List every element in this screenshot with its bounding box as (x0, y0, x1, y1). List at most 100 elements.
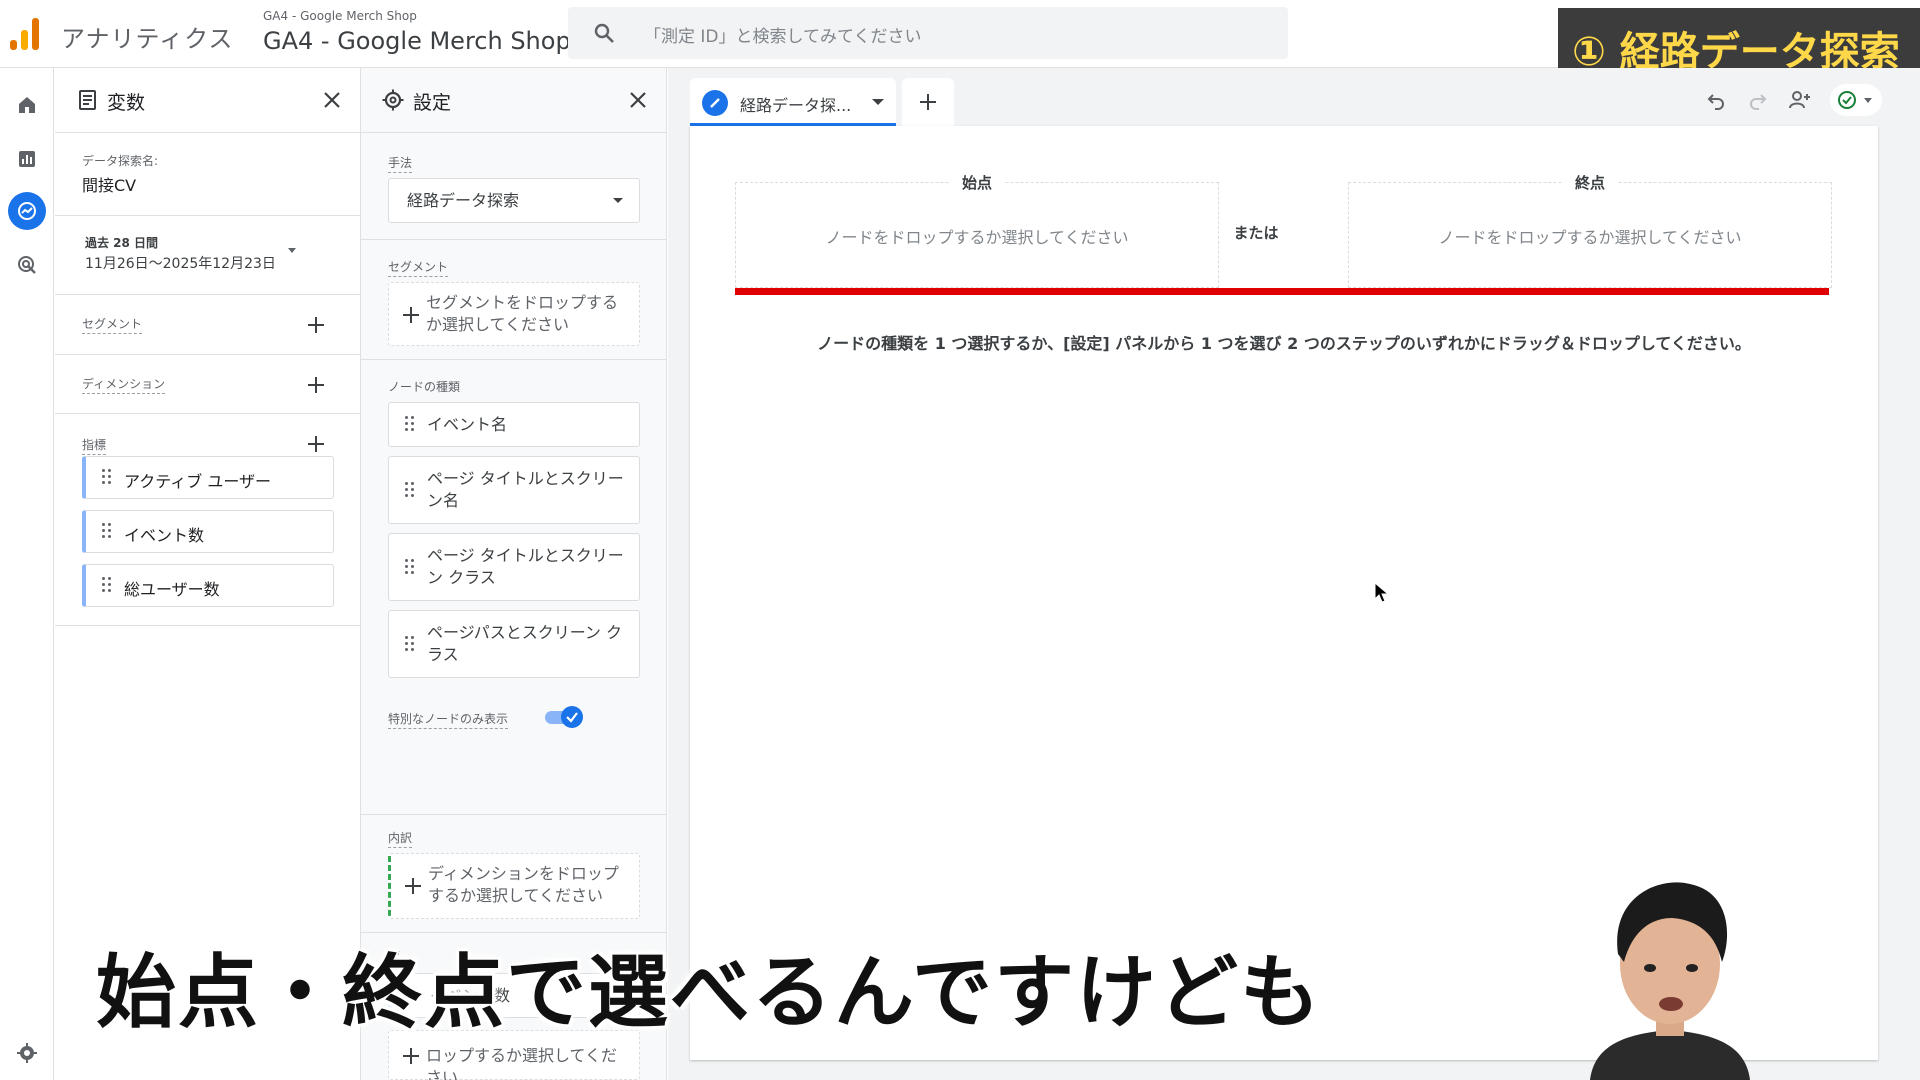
segment-drop-text: セグメントをドロップするか選択してください (426, 293, 619, 334)
or-label: または (1233, 224, 1279, 242)
app-name: アナリティクス (61, 25, 234, 53)
metric-label: アクティブ ユーザー (124, 472, 272, 491)
drag-handle-icon[interactable] (102, 577, 114, 595)
tab-path-exploration[interactable]: 経路データ探... (690, 78, 896, 126)
canvas-instruction: ノードの種類を 1 つ選択するか、[設定] パネルから 1 つを選び 2 つのス… (817, 334, 1751, 353)
close-icon[interactable] (320, 88, 344, 112)
plus-icon (401, 305, 421, 325)
start-node-label: 始点 (949, 174, 1004, 192)
exploration-name-section: データ探索名: 間接CV (55, 134, 360, 216)
node-type-item[interactable]: ページパスとスクリーン クラス (388, 610, 640, 678)
date-range-label: 過去 28 日間 (85, 236, 159, 250)
node-type-item[interactable]: ページ タイトルとスクリーン名 (388, 456, 640, 524)
home-icon[interactable] (8, 86, 46, 124)
start-node-drop-zone[interactable]: 始点 ノードをドロップするか選択してください (735, 174, 1219, 288)
drag-handle-icon[interactable] (102, 523, 114, 541)
end-node-label: 終点 (1562, 174, 1617, 192)
date-range-value: 11月26日～2025年12月23日 (85, 256, 276, 272)
add-metric-button[interactable] (306, 434, 326, 454)
dimensions-section: ディメンション (55, 355, 360, 414)
exploration-name-label: データ探索名: (82, 154, 159, 168)
search-bar[interactable]: 「測定 ID」と検索してみてください (568, 7, 1288, 59)
breakdown-drop-text: ディメンションをドロップするか選択してください (428, 864, 619, 905)
variables-icon (79, 90, 96, 110)
undo-icon[interactable] (1704, 88, 1728, 112)
close-icon[interactable] (626, 88, 650, 112)
chevron-down-icon (613, 198, 623, 203)
drag-handle-icon[interactable] (405, 416, 417, 434)
settings-header: 設定 (361, 68, 666, 133)
technique-section: 手法 経路データ探索 (361, 134, 666, 240)
node-type-label-text: ページ タイトルとスクリーン名 (427, 469, 624, 510)
dimensions-label: ディメンション (82, 375, 166, 394)
filter-drop-text: ロップするか選択してください (426, 1046, 618, 1080)
canvas-toolbar (1704, 82, 1882, 118)
breakdown-drop-zone[interactable]: ディメンションをドロップするか選択してください (388, 853, 640, 919)
node-type-label-text: ページパスとスクリーン クラス (427, 623, 623, 664)
chevron-down-icon[interactable] (872, 99, 884, 105)
node-type-section: ノードの種類 イベント名 ページ タイトルとスクリーン名 ページ タイトルとスク… (361, 360, 666, 815)
add-tab-button[interactable] (902, 78, 954, 126)
check-circle-icon (1838, 91, 1856, 109)
advertising-icon[interactable] (8, 246, 46, 284)
metrics-label: 指標 (82, 436, 107, 455)
settings-gear-icon (382, 89, 404, 111)
mouse-cursor-icon (1374, 582, 1390, 603)
metric-chip[interactable]: アクティブ ユーザー (82, 456, 334, 499)
plus-icon (403, 876, 423, 896)
plus-icon (401, 1046, 421, 1066)
end-node-drop-zone[interactable]: 終点 ノードをドロップするか選択してください (1348, 174, 1832, 288)
segment-compare-section: セグメント セグメントをドロップするか選択してください (361, 240, 666, 360)
property-selector[interactable]: GA4 - Google Merch Shop (263, 27, 571, 55)
metric-chip[interactable]: 総ユーザー数 (82, 564, 334, 607)
variables-title: 変数 (107, 92, 146, 114)
metric-chip[interactable]: イベント数 (82, 510, 334, 553)
top-bar: アナリティクス GA4 - Google Merch Shop GA4 - Go… (0, 0, 1920, 81)
technique-select[interactable]: 経路データ探索 (388, 178, 640, 223)
date-range-section[interactable]: 過去 28 日間 11月26日～2025年12月23日 (55, 216, 360, 295)
drag-handle-icon[interactable] (405, 636, 417, 654)
special-nodes-label: 特別なノードのみ表示 (388, 710, 509, 729)
status-check-dropdown[interactable] (1830, 84, 1882, 116)
start-node-hint: ノードをドロップするか選択してください (825, 228, 1129, 247)
drag-handle-icon[interactable] (405, 559, 417, 577)
special-nodes-toggle[interactable] (543, 706, 583, 728)
highlight-underline (735, 288, 1829, 295)
search-icon (594, 23, 614, 43)
reports-icon[interactable] (8, 140, 46, 178)
node-type-item[interactable]: ページ タイトルとスクリーン クラス (388, 533, 640, 601)
drag-handle-icon[interactable] (102, 469, 114, 487)
node-type-label-text: イベント名 (427, 415, 508, 434)
metrics-section: 指標 アクティブ ユーザー イベント数 総ユーザー数 (55, 414, 360, 626)
analytics-logo[interactable] (8, 16, 42, 50)
chevron-down-icon (1864, 98, 1872, 103)
settings-title: 設定 (413, 92, 452, 114)
chevron-down-icon[interactable] (288, 248, 296, 253)
tab-label: 経路データ探... (740, 96, 852, 115)
node-type-label-text: ページ タイトルとスクリーン クラス (427, 546, 624, 587)
plus-icon (918, 92, 938, 112)
variables-header: 変数 (55, 68, 360, 133)
segment-drop-zone[interactable]: セグメントをドロップするか選択してください (388, 282, 640, 346)
end-node-hint: ノードをドロップするか選択してください (1438, 228, 1742, 247)
gear-icon[interactable] (8, 1034, 46, 1072)
add-dimension-button[interactable] (306, 375, 326, 395)
breakdown-section: 内訳 ディメンションをドロップするか選択してください (361, 815, 666, 933)
explore-icon[interactable] (8, 192, 46, 230)
segments-label: セグメント (82, 315, 143, 334)
metric-label: イベント数 (124, 526, 205, 545)
segments-section: セグメント (55, 295, 360, 355)
metric-label: 総ユーザー数 (124, 580, 220, 599)
segment-compare-label: セグメント (388, 258, 449, 277)
add-segment-button[interactable] (306, 315, 326, 335)
drag-handle-icon[interactable] (405, 482, 417, 500)
property-account[interactable]: GA4 - Google Merch Shop (263, 9, 417, 23)
share-user-icon[interactable] (1788, 88, 1812, 112)
node-type-label: ノードの種類 (388, 380, 461, 394)
node-type-item[interactable]: イベント名 (388, 402, 640, 447)
breakdown-label: 内訳 (388, 829, 413, 848)
left-nav-rail (0, 68, 54, 1080)
exploration-name-input[interactable]: 間接CV (82, 172, 136, 196)
technique-value: 経路データ探索 (407, 191, 520, 210)
redo-icon[interactable] (1746, 88, 1770, 112)
